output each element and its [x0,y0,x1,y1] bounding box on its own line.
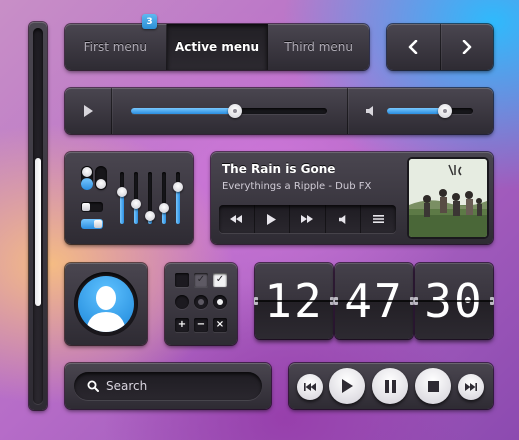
avatar[interactable] [74,272,138,336]
fast-forward-icon [301,215,314,223]
playlist-button[interactable] [361,205,396,233]
volume-knob[interactable] [438,104,453,118]
vertical-slider-knob[interactable] [131,199,141,210]
vertical-toggle-1[interactable] [81,166,93,190]
clock-hours-value: 12 [264,274,324,328]
checkbox-unchecked[interactable] [175,273,189,287]
video-control-bar [65,88,493,134]
plus-icon: + [177,319,187,330]
menu-icon [373,215,385,223]
checkbox-radio-grid: ✓ ✓ + − × [165,263,237,345]
previous-button[interactable] [387,24,441,70]
close-button[interactable]: × [213,318,227,332]
user-silhouette-icon [86,286,126,332]
clock-minutes-value: 47 [344,274,404,328]
pager-arrows [387,24,493,70]
music-player: The Rain is Gone Everythings a Ripple - … [211,152,493,244]
minus-icon: − [196,319,206,330]
clock-seconds: 30 [414,263,494,339]
skip-forward-icon [465,383,477,391]
avatar-panel [65,263,147,345]
player-play-button[interactable] [255,205,291,233]
stop-icon [427,380,439,392]
chevron-left-icon [408,40,418,54]
skip-forward-button[interactable] [458,374,484,400]
radio-unselected[interactable] [175,295,189,309]
media-pause-button[interactable] [372,368,408,404]
scrollbar-thumb[interactable] [35,158,41,306]
switch-2[interactable] [81,219,103,229]
vertical-scrollbar[interactable] [29,22,47,410]
media-controls [289,363,493,409]
chevron-right-icon [462,40,472,54]
switch-1[interactable] [81,202,103,212]
clock-seconds-value: 30 [424,274,484,328]
volume-fill [387,108,446,114]
progress-fill [131,108,235,114]
add-button[interactable]: + [175,318,189,332]
clock-hours: 12 [254,263,334,339]
vertical-slider-knob[interactable] [173,181,183,192]
tab-active-menu[interactable]: Active menu [166,24,269,70]
fast-forward-button[interactable] [290,205,326,233]
vertical-slider-knob[interactable] [159,203,169,214]
volume-button[interactable] [363,103,379,119]
search-icon [87,380,99,392]
check-icon: ✓ [196,274,206,285]
control-panel [65,152,193,244]
search-input[interactable] [106,372,256,400]
tab-menu: First menu Active menu Third menu [65,24,369,70]
notification-badge: 3 [142,14,157,29]
vertical-slider-fill [176,186,180,224]
play-icon [84,105,93,117]
vertical-slider-knob[interactable] [117,186,127,197]
tab-third-menu[interactable]: Third menu [268,24,369,70]
search-box[interactable] [74,372,262,400]
vertical-slider-2[interactable] [131,172,141,224]
vertical-toggle-2[interactable] [95,166,107,190]
player-volume-button[interactable] [326,205,362,233]
remove-button[interactable]: − [194,318,208,332]
vertical-slider-5[interactable] [173,172,183,224]
search-panel [65,363,271,409]
radio-selected-white[interactable] [213,295,227,309]
progress-knob[interactable] [227,104,242,118]
album-art-image [409,159,487,237]
rewind-icon [230,215,243,223]
close-icon: × [215,319,225,330]
next-button[interactable] [441,24,494,70]
skip-back-button[interactable] [297,374,323,400]
player-controls [219,205,396,233]
checkbox-checked-white[interactable]: ✓ [213,273,227,287]
pause-icon [384,379,396,393]
play-button[interactable] [65,88,111,134]
vertical-slider-4[interactable] [159,172,169,224]
checkbox-checked-dark[interactable]: ✓ [194,273,208,287]
clock-minutes: 47 [334,263,414,339]
song-artist: Everythings a Ripple - Dub FX [222,181,372,192]
media-stop-button[interactable] [415,368,451,404]
play-icon [267,213,277,225]
play-icon [342,379,353,393]
progress-slider[interactable] [131,104,327,118]
check-icon: ✓ [215,274,225,285]
vertical-slider-1[interactable] [117,172,127,224]
radio-selected-dark[interactable] [194,295,208,309]
speaker-icon [366,106,373,116]
rewind-button[interactable] [219,205,255,233]
tab-first-menu[interactable]: First menu [65,24,167,70]
media-play-button[interactable] [329,368,365,404]
vertical-slider-3[interactable] [145,172,155,224]
album-cover [409,159,487,237]
volume-slider[interactable] [387,104,473,118]
volume-icon [338,214,345,224]
song-title: The Rain is Gone [222,162,336,176]
vertical-slider-knob[interactable] [145,211,155,222]
skip-back-icon [304,383,316,391]
